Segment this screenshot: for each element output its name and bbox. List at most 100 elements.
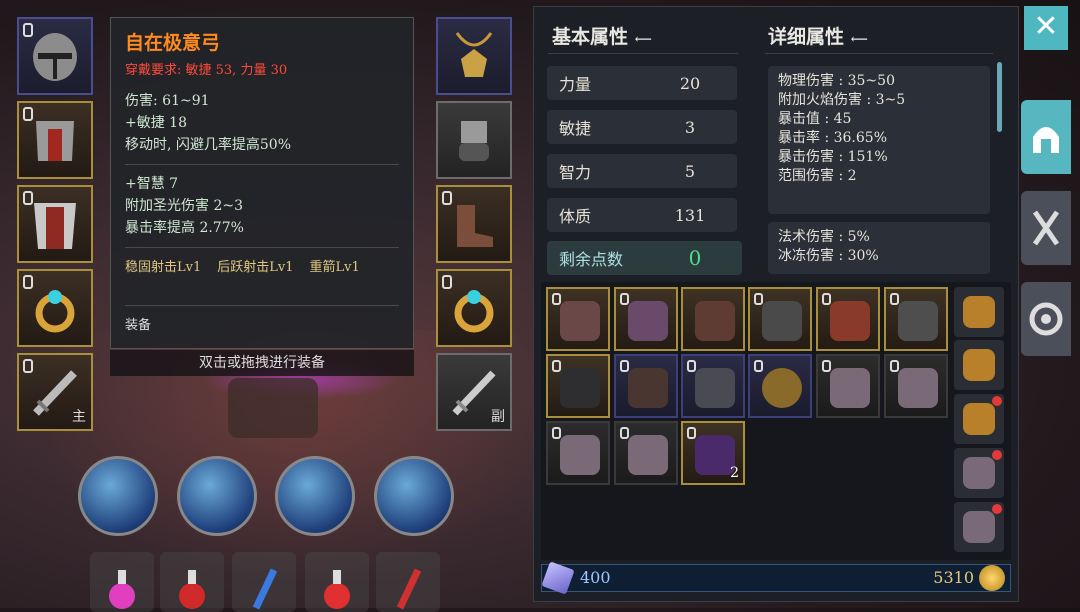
detail-stat: 物理伤害 : 35~50 (778, 73, 895, 89)
ring-icon (454, 290, 494, 333)
stat-value: 20 (679, 73, 701, 93)
detail-stat: 范围伤害 : 2 (778, 168, 857, 184)
gold-count: 5310 (933, 568, 974, 587)
bracelet-icon (762, 368, 802, 408)
potion-slot-4[interactable] (305, 552, 369, 612)
item-stat-line: 附加圣光伤害 2~3 (125, 198, 243, 214)
inventory-cell[interactable]: 2 (681, 421, 745, 485)
bag-icon (830, 368, 870, 408)
gloves-icon (459, 121, 489, 161)
lock-icon (23, 107, 33, 121)
lock-icon (620, 360, 629, 372)
ring-icon (35, 290, 75, 333)
inventory-cell[interactable] (884, 287, 948, 351)
inventory-cell[interactable] (748, 287, 812, 351)
inventory-cell[interactable] (748, 354, 812, 418)
detail-stats-group-2: 法术伤害 : 5% 冰冻伤害 : 30% (768, 222, 990, 274)
lock-icon (822, 293, 831, 305)
amulet-icon (455, 32, 493, 77)
close-button[interactable]: ✕ (1024, 6, 1068, 50)
ring-slot-right[interactable] (436, 269, 512, 347)
main-weapon-slot[interactable]: 主 (17, 353, 93, 431)
detail-stat: 暴击值 : 45 (778, 111, 852, 127)
lock-icon (687, 360, 696, 372)
quick-slot[interactable] (954, 287, 1004, 337)
inventory-cell[interactable] (546, 287, 610, 351)
inventory-cell[interactable] (546, 354, 610, 418)
robe-slot[interactable] (17, 185, 93, 263)
divider (548, 53, 738, 54)
amulet-slot[interactable] (436, 17, 512, 95)
stat-label: 智力 (559, 163, 592, 182)
lock-icon (23, 359, 33, 373)
inventory-cell[interactable] (681, 354, 745, 418)
stat-intelligence: 智力 5 (547, 154, 737, 188)
detail-title-text: 详细属性 (768, 26, 845, 48)
item-stat-line: 移动时, 闪避几率提高50% (125, 137, 292, 153)
slot-tag: 主 (72, 409, 86, 425)
tab-weapons[interactable] (1021, 191, 1071, 265)
ring-slot-left[interactable] (17, 269, 93, 347)
detail-attributes-title[interactable]: 详细属性 ⟵ (768, 22, 868, 49)
detail-stat: 冰冻伤害 : 30% (778, 248, 879, 264)
divider (125, 305, 399, 306)
tab-equipment[interactable] (1021, 100, 1071, 174)
tab-settings[interactable] (1021, 282, 1071, 356)
inventory-cell[interactable] (614, 287, 678, 351)
basic-title-text: 基本属性 (552, 26, 629, 48)
helmet-icon (963, 403, 995, 435)
inventory-cell[interactable] (546, 421, 610, 485)
divider (125, 247, 399, 248)
boots-icon (628, 368, 668, 408)
item-stat-line: +智慧 7 (125, 176, 179, 192)
inventory-cell[interactable] (816, 287, 880, 351)
armor-icon (560, 368, 600, 408)
potion-slot-2[interactable] (160, 552, 224, 612)
lock-icon (754, 360, 763, 372)
skill-button-1[interactable] (78, 456, 158, 536)
off-weapon-slot[interactable]: 副 (436, 353, 512, 431)
inventory-cell[interactable] (816, 354, 880, 418)
basic-attributes-title[interactable]: 基本属性 ⟵ (552, 22, 652, 49)
boots-slot[interactable] (436, 185, 512, 263)
gloves-slot[interactable] (436, 101, 512, 179)
detail-scrollbar[interactable] (997, 62, 1002, 132)
quick-slot[interactable] (954, 340, 1004, 390)
item-name: 自在极意弓 (125, 32, 221, 54)
stat-constitution: 体质 131 (547, 198, 737, 232)
quick-slot[interactable] (954, 502, 1004, 552)
inventory-cell[interactable] (681, 287, 745, 351)
lock-icon (442, 275, 452, 289)
inventory-cell[interactable] (614, 421, 678, 485)
stat-value: 5 (684, 161, 696, 181)
skill-button-3[interactable] (275, 456, 355, 536)
potion-slot-3[interactable] (232, 552, 296, 612)
divider (125, 164, 399, 165)
stat-value: 3 (684, 117, 696, 137)
potion-slot-1[interactable] (90, 552, 154, 612)
red-potion-icon (324, 570, 350, 609)
potion-slot-5[interactable] (376, 552, 440, 612)
helmet-icon (1033, 127, 1059, 153)
item-skill: 重箭Lv1 (309, 260, 360, 275)
quick-slot[interactable] (954, 448, 1004, 498)
character-model (228, 378, 318, 438)
lock-icon (23, 23, 33, 37)
skill-button-2[interactable] (177, 456, 257, 536)
stat-label: 体质 (559, 207, 592, 226)
remaining-points-value: 0 (688, 246, 702, 270)
crystal-icon (695, 435, 735, 475)
robe-icon (34, 203, 76, 249)
inventory-cell[interactable] (614, 354, 678, 418)
red-vial-icon (396, 568, 422, 610)
bag-icon (560, 435, 600, 475)
lock-icon (620, 427, 629, 439)
helmet-slot[interactable] (17, 17, 93, 95)
stat-agility: 敏捷 3 (547, 110, 737, 144)
quick-slot[interactable] (954, 394, 1004, 444)
skill-button-4[interactable] (374, 456, 454, 536)
lock-icon (687, 427, 696, 439)
inventory-cell[interactable] (884, 354, 948, 418)
item-skill: 稳固射击Lv1 (125, 260, 202, 275)
chest-armor-slot[interactable] (17, 101, 93, 179)
